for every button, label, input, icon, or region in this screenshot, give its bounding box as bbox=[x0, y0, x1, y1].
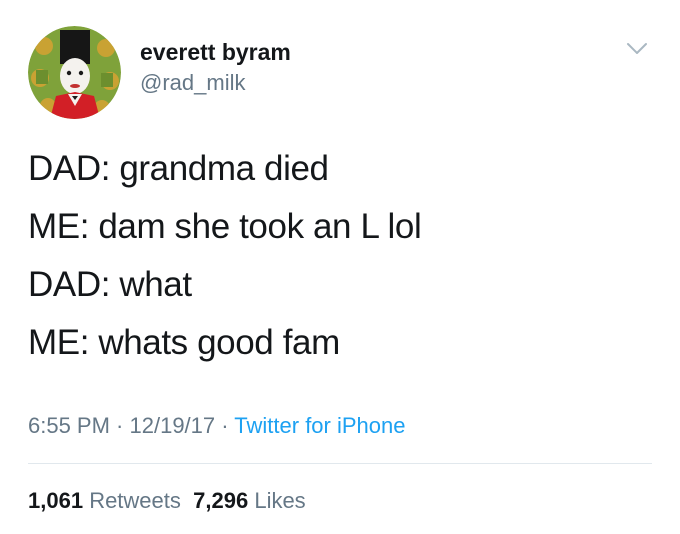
display-name[interactable]: everett byram bbox=[140, 38, 291, 66]
divider bbox=[28, 463, 652, 464]
retweets-label: Retweets bbox=[89, 488, 181, 513]
tweet-text: DAD: grandma died ME: dam she took an L … bbox=[28, 140, 422, 372]
meta-separator: · bbox=[215, 413, 235, 438]
tweet-time[interactable]: 6:55 PM bbox=[28, 413, 110, 438]
chevron-down-icon[interactable] bbox=[626, 42, 648, 56]
meta-separator: · bbox=[109, 413, 130, 438]
user-handle[interactable]: @rad_milk bbox=[140, 69, 291, 97]
likes-stat[interactable]: 7,296 Likes bbox=[193, 488, 306, 513]
engagement-stats: 1,061 Retweets 7,296 Likes bbox=[28, 486, 306, 516]
tweet-card: everett byram @rad_milk DAD: grandma die… bbox=[0, 0, 680, 534]
tweet-metadata: 6:55 PM · 12/19/17 · Twitter for iPhone bbox=[28, 411, 405, 441]
retweets-count: 1,061 bbox=[28, 488, 84, 513]
tweet-line: ME: whats good fam bbox=[28, 323, 340, 362]
author-info: everett byram @rad_milk bbox=[140, 38, 291, 97]
tweet-date[interactable]: 12/19/17 bbox=[130, 413, 216, 438]
retweets-stat[interactable]: 1,061 Retweets bbox=[28, 488, 181, 513]
avatar-image bbox=[28, 26, 121, 119]
tweet-line: ME: dam she took an L lol bbox=[28, 207, 422, 246]
likes-label: Likes bbox=[254, 488, 306, 513]
tweet-source-link[interactable]: Twitter for iPhone bbox=[234, 413, 405, 438]
avatar[interactable] bbox=[28, 26, 121, 119]
likes-count: 7,296 bbox=[193, 488, 249, 513]
tweet-line: DAD: grandma died bbox=[28, 149, 329, 188]
tweet-line: DAD: what bbox=[28, 265, 192, 304]
